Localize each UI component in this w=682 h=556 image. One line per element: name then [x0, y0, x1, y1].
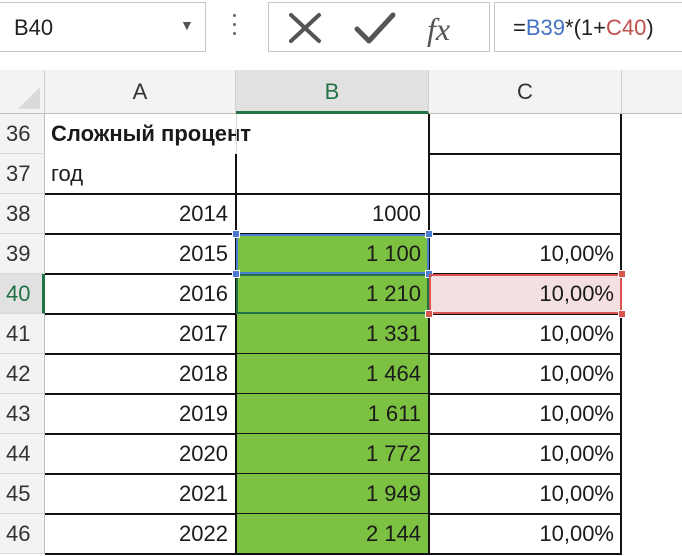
cell-c-41[interactable]: 10,00% [429, 314, 622, 354]
resize-handle[interactable] [232, 270, 240, 278]
row-header[interactable]: 46 [0, 514, 45, 554]
row-header[interactable]: 43 [0, 394, 45, 434]
cell-b-36[interactable] [236, 114, 429, 154]
row-header[interactable]: 41 [0, 314, 45, 354]
cell-a-37[interactable]: год [45, 154, 236, 194]
row-header[interactable]: 37 [0, 154, 45, 194]
row-header[interactable]: 40 [0, 274, 45, 314]
cell-c-38[interactable] [429, 194, 622, 234]
cell-b-38[interactable]: 1000 [236, 194, 429, 234]
cell-a-46[interactable]: 2022 [45, 514, 236, 554]
cell-c-43[interactable]: 10,00% [429, 394, 622, 434]
column-header-c[interactable]: C [429, 70, 622, 114]
cell-a-36[interactable]: Сложный процент [45, 114, 251, 154]
enter-button[interactable] [351, 9, 396, 47]
cell-a-39[interactable]: 2015 [45, 234, 236, 274]
fx-icon: fx [427, 11, 451, 47]
check-mark-icon [354, 12, 396, 44]
cell-c-37[interactable] [429, 154, 622, 194]
cell-b-37[interactable] [236, 154, 429, 194]
cancel-button[interactable] [283, 9, 327, 47]
cell-c-39[interactable]: 10,00% [429, 234, 622, 274]
cell-b-46[interactable]: 2 144 [236, 514, 429, 554]
row-header[interactable]: 36 [0, 114, 45, 154]
cell-a-38[interactable]: 2014 [45, 194, 236, 234]
select-all-button[interactable] [0, 70, 45, 114]
cell-a-41[interactable]: 2017 [45, 314, 236, 354]
resize-handle[interactable] [618, 270, 626, 278]
reference-b39-highlight [236, 234, 429, 274]
column-border [620, 114, 622, 554]
formula-ref-c40: C40 [606, 15, 647, 40]
cell-c-45[interactable]: 10,00% [429, 474, 622, 514]
cell-b-43[interactable]: 1 611 [236, 394, 429, 434]
row-border [45, 553, 622, 555]
cell-b-42[interactable]: 1 464 [236, 354, 429, 394]
worksheet-grid: A B C 36 Сложный процент 37 год 38 2014 1000 39… [0, 70, 682, 556]
cell-a-42[interactable]: 2018 [45, 354, 236, 394]
cell-b-40[interactable]: 1 210 [236, 274, 429, 314]
formula-input[interactable]: =B39*(1+C40) [494, 2, 682, 52]
formula-text: =B39*(1+C40) [513, 15, 654, 40]
row-header[interactable]: 45 [0, 474, 45, 514]
cell-a-40[interactable]: 2016 [45, 274, 236, 314]
column-border [428, 114, 430, 554]
cell-a-43[interactable]: 2019 [45, 394, 236, 434]
cell-b-45[interactable]: 1 949 [236, 474, 429, 514]
cell-b-44[interactable]: 1 772 [236, 434, 429, 474]
column-header-b[interactable]: B [236, 70, 429, 114]
triangle-down-icon[interactable]: ▼ [180, 17, 194, 33]
row-header[interactable]: 44 [0, 434, 45, 474]
column-header-a[interactable]: A [45, 70, 236, 114]
name-box[interactable]: B40 ▼ [0, 2, 206, 52]
select-all-triangle-icon [18, 87, 40, 109]
insert-function-button[interactable]: fx [423, 9, 467, 47]
cell-c-36[interactable] [429, 114, 622, 154]
more-options-icon[interactable] [232, 14, 238, 40]
row-header[interactable]: 42 [0, 354, 45, 394]
resize-handle[interactable] [425, 310, 433, 318]
resize-handle[interactable] [618, 310, 626, 318]
cell-a-45[interactable]: 2021 [45, 474, 236, 514]
column-header-d[interactable] [622, 70, 682, 114]
formula-buttons: fx [268, 2, 490, 52]
cell-a-44[interactable]: 2020 [45, 434, 236, 474]
reference-c40-highlight [429, 274, 622, 314]
column-border [235, 154, 237, 554]
x-mark-icon [289, 13, 321, 43]
row-header[interactable]: 39 [0, 234, 45, 274]
formula-ref-b39: B39 [525, 15, 566, 40]
gridline [236, 114, 237, 154]
row-header[interactable]: 38 [0, 194, 45, 234]
name-box-value: B40 [14, 15, 54, 40]
cell-c-46[interactable]: 10,00% [429, 514, 622, 554]
resize-handle[interactable] [232, 230, 240, 238]
formula-bar: B40 ▼ fx =B39*(1+C40) [0, 0, 682, 70]
cell-b-41[interactable]: 1 331 [236, 314, 429, 354]
resize-handle[interactable] [425, 230, 433, 238]
cell-c-44[interactable]: 10,00% [429, 434, 622, 474]
cell-c-42[interactable]: 10,00% [429, 354, 622, 394]
